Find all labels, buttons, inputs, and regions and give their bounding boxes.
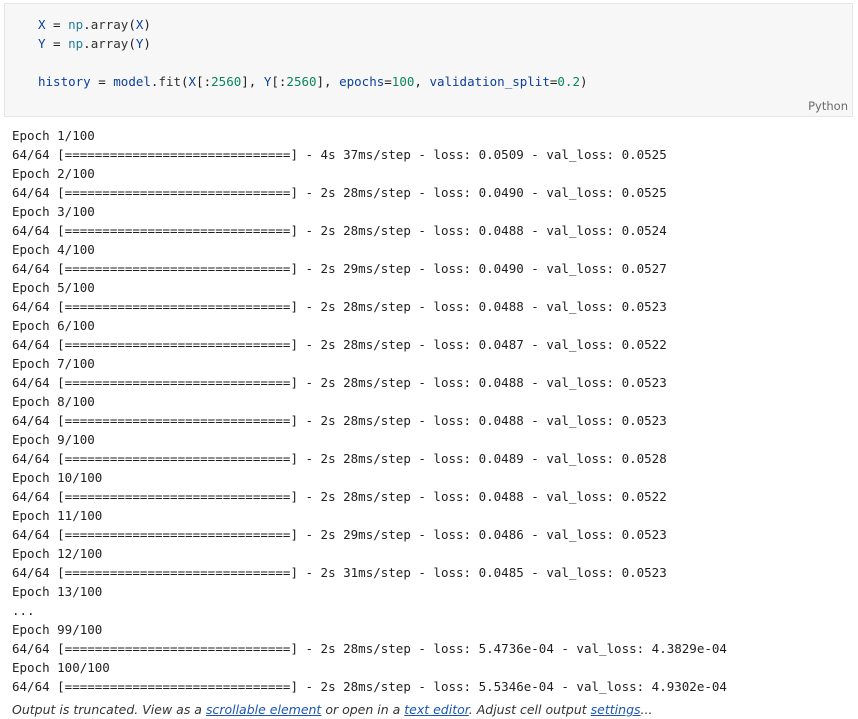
output-line: 64/64 [==============================] -…: [12, 565, 667, 580]
code-token: .: [83, 17, 91, 32]
code-cell-input[interactable]: X = np.array(X) Y = np.array(Y) history = …: [4, 3, 853, 117]
output-line: 64/64 [==============================] -…: [12, 679, 727, 694]
output-line: Epoch 7/100: [12, 356, 95, 371]
code-token: Y: [38, 36, 46, 51]
text-editor-link[interactable]: text editor: [404, 702, 469, 717]
cell-language-label[interactable]: Python: [808, 99, 848, 113]
code-token: array: [90, 36, 129, 51]
code-token: 100: [391, 74, 415, 89]
code-token: validation_split: [429, 74, 550, 89]
code-token: epochs: [339, 74, 385, 89]
code-token: 2560: [211, 74, 242, 89]
cell-output: Epoch 1/100 64/64 [======================…: [12, 126, 727, 696]
scrollable-element-link[interactable]: scrollable element: [206, 702, 321, 717]
output-line: 64/64 [==============================] -…: [12, 375, 667, 390]
output-line: 64/64 [==============================] -…: [12, 223, 667, 238]
code-token: np: [68, 17, 84, 32]
output-line: ...: [12, 603, 35, 618]
output-truncated-note: Output is truncated. View as a scrollabl…: [12, 702, 652, 717]
code-token: array: [90, 17, 129, 32]
output-line: 64/64 [==============================] -…: [12, 451, 667, 466]
output-line: 64/64 [==============================] -…: [12, 489, 667, 504]
code-editor[interactable]: X = np.array(X) Y = np.array(Y) history = …: [38, 15, 588, 91]
code-line: Y = np.array(Y): [38, 34, 588, 53]
output-line: Epoch 2/100: [12, 166, 95, 181]
truncated-note-text: . Adjust cell output: [468, 702, 591, 717]
output-line: Epoch 6/100: [12, 318, 95, 333]
code-line: X = np.array(X): [38, 15, 588, 34]
code-token: ,: [414, 74, 430, 89]
code-token: ): [143, 17, 151, 32]
code-token: X: [38, 17, 46, 32]
code-token: np: [68, 36, 84, 51]
code-token: =: [384, 74, 392, 89]
code-token: (: [128, 17, 136, 32]
code-token: =: [45, 17, 69, 32]
output-settings-link[interactable]: settings: [591, 702, 641, 717]
output-line: 64/64 [==============================] -…: [12, 527, 667, 542]
output-line: Epoch 99/100: [12, 622, 103, 637]
code-token: .: [83, 36, 91, 51]
output-line: Epoch 100/100: [12, 660, 110, 675]
output-line: Epoch 10/100: [12, 470, 103, 485]
code-token: =: [90, 74, 114, 89]
code-token: fit: [158, 74, 182, 89]
output-line: Epoch 3/100: [12, 204, 95, 219]
truncated-note-text: or open in a: [321, 702, 405, 717]
output-line: Epoch 4/100: [12, 242, 95, 257]
code-token: model: [113, 74, 151, 89]
code-token: [:: [271, 74, 287, 89]
output-line: 64/64 [==============================] -…: [12, 185, 667, 200]
output-line: 64/64 [==============================] -…: [12, 147, 667, 162]
truncated-note-text: ...: [640, 702, 653, 717]
truncated-note-text: Output is truncated. View as a: [12, 702, 206, 717]
code-token: history: [38, 74, 91, 89]
output-line: Epoch 9/100: [12, 432, 95, 447]
output-line: Epoch 1/100: [12, 128, 95, 143]
code-token: ],: [316, 74, 340, 89]
output-line: 64/64 [==============================] -…: [12, 413, 667, 428]
code-token: 0.2: [557, 74, 580, 89]
code-line: history = model.fit(X[:2560], Y[:2560], …: [38, 72, 588, 91]
output-line: 64/64 [==============================] -…: [12, 337, 667, 352]
code-token: (: [181, 74, 189, 89]
code-token: ): [143, 36, 151, 51]
code-token: [:: [196, 74, 212, 89]
code-token: =: [45, 36, 69, 51]
output-line: Epoch 11/100: [12, 508, 103, 523]
output-line: 64/64 [==============================] -…: [12, 261, 667, 276]
output-line: Epoch 12/100: [12, 546, 103, 561]
code-token: 2560: [286, 74, 317, 89]
code-token: (: [128, 36, 136, 51]
output-line: Epoch 13/100: [12, 584, 103, 599]
code-token: X: [188, 74, 197, 89]
code-token: ],: [241, 74, 264, 89]
output-line: Epoch 8/100: [12, 394, 95, 409]
code-token: ): [579, 74, 588, 89]
output-line: 64/64 [==============================] -…: [12, 641, 727, 656]
output-line: 64/64 [==============================] -…: [12, 299, 667, 314]
output-line: Epoch 5/100: [12, 280, 95, 295]
